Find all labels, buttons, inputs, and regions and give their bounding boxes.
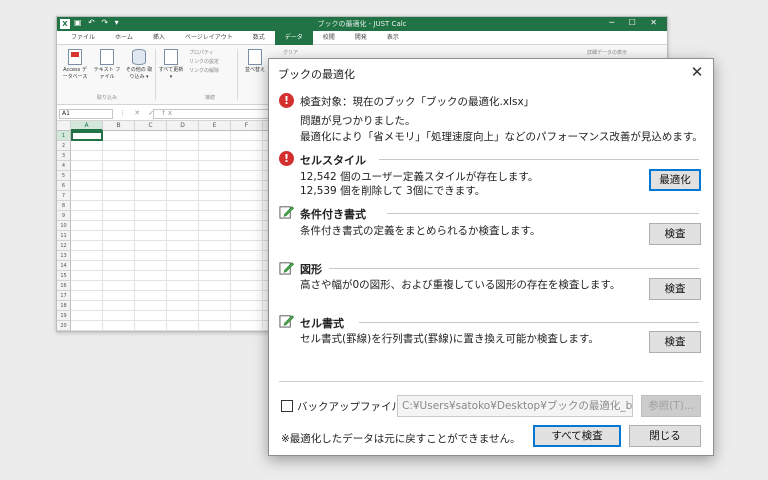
optimize-button[interactable]: 最適化 <box>649 169 701 191</box>
sort-icon <box>248 49 262 65</box>
column-header[interactable]: C <box>135 121 167 131</box>
tab-formulas[interactable]: 数式 <box>243 31 275 45</box>
backup-checkbox[interactable] <box>281 400 293 412</box>
spreadsheet-title: ブックの最適化 - JUST Calc <box>317 20 407 28</box>
database-icon <box>132 49 146 65</box>
tab-page-layout[interactable]: ページレイアウト <box>175 31 243 45</box>
column-header[interactable]: A <box>71 121 103 131</box>
error-icon: ! <box>279 151 294 166</box>
warning-note: ※最適化したデータは元に戻すことができません。 <box>281 433 521 445</box>
tab-review[interactable]: 校閲 <box>313 31 345 45</box>
text-file-icon <box>100 49 114 65</box>
row-header[interactable]: 9 <box>57 211 71 221</box>
properties-button[interactable]: プロパティ <box>189 49 219 58</box>
connection-options: プロパティ リンクの設定 リンクの解除 <box>189 49 219 81</box>
cell-format-desc: セル書式(罫線)を行列書式(罫線)に置き換え可能か検査します。 <box>300 333 599 345</box>
column-header[interactable]: E <box>199 121 231 131</box>
spreadsheet-titlebar: X ▣ ↶ ↷ ▾ ブックの最適化 - JUST Calc ─ ☐ ✕ <box>57 17 667 31</box>
row-header[interactable]: 12 <box>57 241 71 251</box>
inspect-shapes-button[interactable]: 検査 <box>649 278 701 300</box>
section-divider <box>379 159 699 160</box>
tab-data[interactable]: データ <box>274 30 313 45</box>
error-icon: ! <box>279 93 294 108</box>
other-import-button[interactable]: その他の 取り込み ▾ <box>125 49 153 81</box>
row-header[interactable]: 2 <box>57 141 71 151</box>
row-header[interactable]: 19 <box>57 311 71 321</box>
tab-developer[interactable]: 開発 <box>345 31 377 45</box>
column-header[interactable]: B <box>103 121 135 131</box>
row-header[interactable]: 13 <box>57 251 71 261</box>
conditional-format-desc: 条件付き書式の定義をまとめられるか検査します。 <box>300 225 541 237</box>
row-header[interactable]: 5 <box>57 171 71 181</box>
row-header[interactable]: 17 <box>57 291 71 301</box>
access-icon <box>68 49 82 65</box>
improvement-text: 最適化により「省メモリ」「処理速度向上」などのパフォーマンス改善が見込めます。 <box>300 131 703 143</box>
cell-style-count-text: 12,542 個のユーザー定義スタイルが存在します。 <box>300 171 539 183</box>
refresh-icon <box>164 49 178 65</box>
ribbon-group-import: Access データベース テキスト ファイル その他の 取り込み ▾ <box>61 49 153 81</box>
inspect-cell-format-button[interactable]: 検査 <box>649 331 701 353</box>
active-cell[interactable] <box>71 131 103 141</box>
detail-data-button[interactable]: 詳細データの表示 <box>587 49 627 58</box>
section-title-cell-format: セル書式 <box>300 317 344 330</box>
text-file-button[interactable]: テキスト ファイル <box>93 49 121 81</box>
optimize-book-dialog: ブックの最適化 ✕ ! 検査対象：現在のブック「ブックの最適化.xlsx」 問題… <box>268 58 714 456</box>
group-label-import: 取り込み <box>97 95 118 101</box>
close-icon[interactable]: ✕ <box>687 62 707 82</box>
row-header[interactable]: 10 <box>57 221 71 231</box>
row-header[interactable]: 15 <box>57 271 71 281</box>
group-label-connect: 接続 <box>205 95 216 101</box>
row-header[interactable]: 7 <box>57 191 71 201</box>
access-db-button[interactable]: Access データベース <box>61 49 89 81</box>
section-title-conditional-format: 条件付き書式 <box>300 208 366 221</box>
name-box[interactable]: A1 <box>59 109 113 119</box>
row-header[interactable]: 18 <box>57 301 71 311</box>
problem-found-text: 問題が見つかりました。 <box>300 115 416 127</box>
select-all-corner[interactable] <box>57 121 71 131</box>
row-header[interactable]: 20 <box>57 321 71 331</box>
row-header[interactable]: 3 <box>57 151 71 161</box>
column-header[interactable]: F <box>231 121 263 131</box>
row-header[interactable]: 14 <box>57 261 71 271</box>
ribbon-tabs: ファイル ホーム 挿入 ページレイアウト 数式 データ 校閲 開発 表示 <box>57 30 667 45</box>
refresh-all-button[interactable]: すべて更新 ▾ <box>157 49 185 81</box>
inspect-conditional-button[interactable]: 検査 <box>649 223 701 245</box>
tab-insert[interactable]: 挿入 <box>143 31 175 45</box>
cell-style-reduce-text: 12,539 個を削除して 3個にできます。 <box>300 185 486 197</box>
tab-home[interactable]: ホーム <box>105 31 143 45</box>
tab-view[interactable]: 表示 <box>377 31 409 45</box>
edit-icon <box>279 206 294 219</box>
section-title-shapes: 図形 <box>300 263 322 276</box>
ribbon-separator <box>155 49 156 100</box>
row-header[interactable]: 8 <box>57 201 71 211</box>
section-divider <box>329 268 699 269</box>
tab-file[interactable]: ファイル <box>61 31 105 45</box>
row-header[interactable]: 11 <box>57 231 71 241</box>
row-header[interactable]: 4 <box>57 161 71 171</box>
link-settings-button[interactable]: リンクの設定 <box>189 58 219 67</box>
sort-button[interactable]: 並べ替え <box>241 49 269 74</box>
inspect-all-button[interactable]: すべて検査 <box>533 425 621 447</box>
edit-icon <box>279 315 294 328</box>
window-controls[interactable]: ─ ☐ ✕ <box>609 18 663 27</box>
backup-path-field: C:¥Users¥satoko¥Desktop¥ブックの最適化_backu <box>397 395 633 417</box>
dialog-title: ブックの最適化 <box>278 68 355 81</box>
footer-divider <box>279 381 703 382</box>
section-divider <box>387 213 699 214</box>
ribbon-group-connect: すべて更新 ▾ プロパティ リンクの設定 リンクの解除 <box>157 49 219 81</box>
edit-icon <box>279 262 294 275</box>
section-divider <box>359 322 699 323</box>
section-title-cell-style: セルスタイル <box>300 154 366 167</box>
row-header[interactable]: 16 <box>57 281 71 291</box>
ribbon-separator <box>237 49 238 100</box>
row-header[interactable]: 6 <box>57 181 71 191</box>
column-header[interactable]: D <box>167 121 199 131</box>
row-header[interactable]: 1 <box>57 131 71 141</box>
inspection-target: 検査対象：現在のブック「ブックの最適化.xlsx」 <box>300 96 535 108</box>
shapes-desc: 高さや幅が0の図形、および重複している図形の存在を検査します。 <box>300 279 621 291</box>
link-remove-button[interactable]: リンクの解除 <box>189 67 219 76</box>
close-button[interactable]: 閉じる <box>629 425 701 447</box>
browse-button[interactable]: 参照(T)... <box>641 395 701 417</box>
